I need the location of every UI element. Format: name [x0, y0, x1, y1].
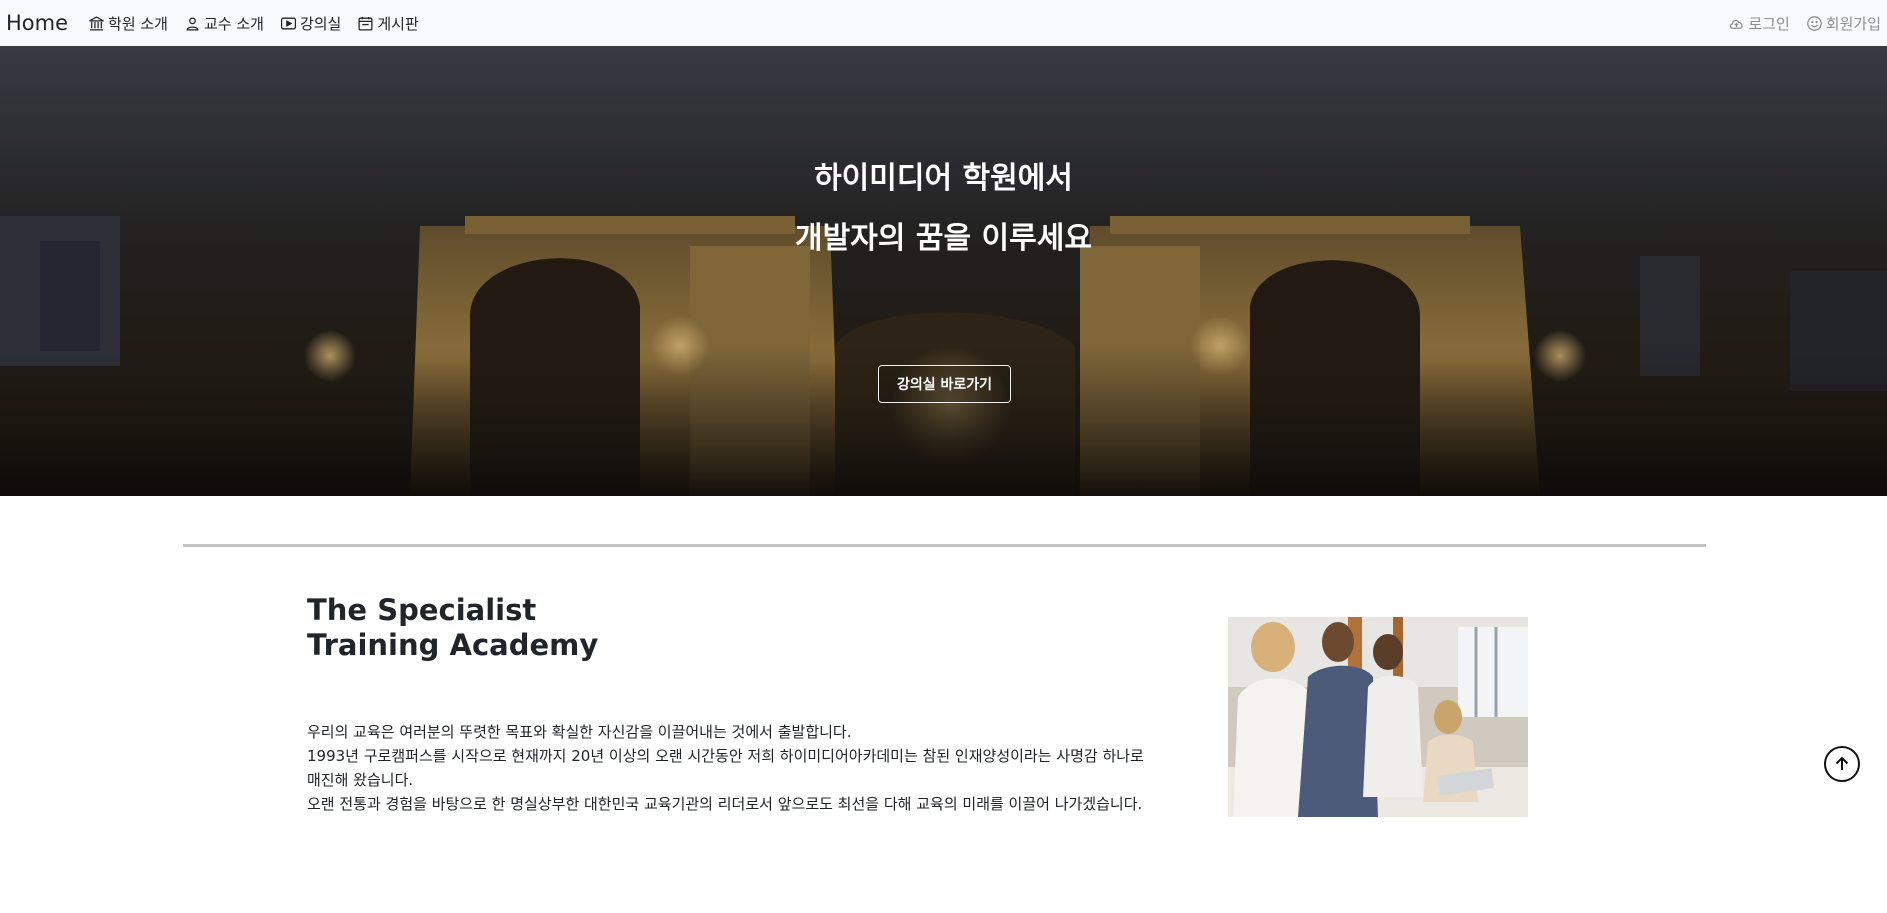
about-paragraph: 오랜 전통과 경험을 바탕으로 한 명실상부한 대한민국 교육기관의 리더로서 …: [307, 795, 1143, 813]
nav-item-label: 학원 소개: [108, 14, 168, 33]
home-link[interactable]: Home: [6, 11, 68, 35]
arrow-up-circle-icon: [1835, 756, 1849, 770]
calendar-icon: [358, 16, 373, 31]
nav-item-academy-intro[interactable]: 학원 소개: [88, 13, 168, 34]
top-navbar: Home 학원 소개 교수 소개 강의실 게시판 로그인 회원가입: [0, 0, 1887, 46]
nav-item-board[interactable]: 게시판: [357, 13, 419, 34]
team-photo-illustration: [1228, 617, 1528, 817]
nav-item-classroom[interactable]: 강의실: [280, 13, 341, 34]
hero-background-image: [0, 46, 1887, 496]
about-title-line1: The Specialist: [307, 593, 537, 627]
about-paragraph: 우리의 교육은 여러분의 뚜렷한 목표와 확실한 자신감을 이끌어내는 것에서 …: [307, 723, 852, 741]
nav-item-label: 강의실: [299, 14, 342, 33]
hero-headline-line1: 하이미디어 학원에서: [814, 161, 1073, 196]
cloud-upload-icon: [1730, 19, 1743, 29]
hero-headline: 하이미디어 학원에서 개발자의 꿈을 이루세요: [0, 149, 1887, 269]
play-icon: [280, 17, 296, 29]
nav-item-professor-intro[interactable]: 교수 소개: [184, 13, 264, 34]
signup-label: 회원가입: [1825, 14, 1881, 33]
nav-right-group: 로그인 회원가입: [1712, 13, 1881, 34]
scroll-to-top-button[interactable]: [1824, 746, 1860, 782]
about-title-line2: Training Academy: [307, 628, 599, 662]
hero-headline-line2: 개발자의 꿈을 이루세요: [795, 221, 1092, 256]
go-to-classroom-button[interactable]: 강의실 바로가기: [878, 365, 1011, 403]
team-photo: [1228, 617, 1528, 817]
section-divider: [183, 544, 1706, 547]
login-label: 로그인: [1748, 14, 1790, 33]
signup-link[interactable]: 회원가입: [1806, 13, 1881, 34]
hero-banner: 하이미디어 학원에서 개발자의 꿈을 이루세요 강의실 바로가기: [0, 46, 1887, 496]
about-title: The Specialist Training Academy: [307, 593, 598, 663]
smile-icon: [1806, 15, 1822, 31]
bank-icon: [89, 15, 104, 31]
about-description: 우리의 교육은 여러분의 뚜렷한 목표와 확실한 자신감을 이끌어내는 것에서 …: [307, 720, 1147, 816]
nav-item-label: 교수 소개: [203, 14, 264, 33]
person-icon: [186, 16, 199, 31]
about-paragraph: 1993년 구로캠퍼스를 시작으로 현재까지 20년 이상의 오랜 시간동안 저…: [307, 747, 1144, 789]
nav-item-label: 게시판: [377, 14, 419, 33]
login-link[interactable]: 로그인: [1728, 13, 1790, 34]
